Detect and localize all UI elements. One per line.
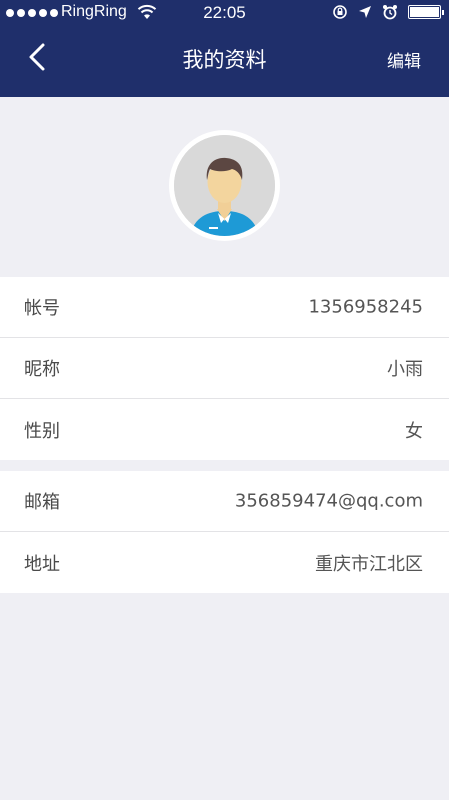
navigation-bar: RingRing 22:05 我的资料 编辑: [0, 0, 449, 97]
row-label: 帐号: [24, 298, 60, 319]
list-item-account[interactable]: 帐号 1356958245: [0, 277, 449, 338]
alarm-clock-icon: [383, 5, 397, 20]
avatar[interactable]: [169, 130, 280, 241]
contact-info-group: 邮箱 356859474@qq.com 地址 重庆市江北区: [0, 471, 449, 593]
list-item-gender[interactable]: 性别 女: [0, 399, 449, 460]
row-value: 1356958245: [308, 296, 423, 318]
location-arrow-icon: [359, 6, 371, 18]
row-value: 小雨: [387, 359, 423, 380]
edit-button[interactable]: 编辑: [387, 47, 421, 72]
user-avatar-icon: [174, 135, 275, 236]
orientation-lock-icon: [333, 5, 347, 19]
row-label: 性别: [24, 420, 60, 442]
row-label: 昵称: [24, 359, 60, 380]
list-item-email[interactable]: 邮箱 356859474@qq.com: [0, 471, 449, 532]
row-label: 邮箱: [24, 492, 60, 513]
list-item-nickname[interactable]: 昵称 小雨: [0, 338, 449, 399]
page-title: 我的资料: [182, 48, 267, 72]
row-value: 重庆市江北区: [315, 553, 423, 575]
row-value: 女: [405, 420, 423, 442]
list-item-address[interactable]: 地址 重庆市江北区: [0, 532, 449, 593]
account-info-group: 帐号 1356958245 昵称 小雨 性别 女: [0, 277, 449, 460]
row-label: 地址: [24, 553, 60, 575]
row-value: 356859474@qq.com: [234, 490, 423, 512]
status-bar: RingRing 22:05: [0, 0, 449, 28]
battery-icon: [408, 5, 444, 19]
